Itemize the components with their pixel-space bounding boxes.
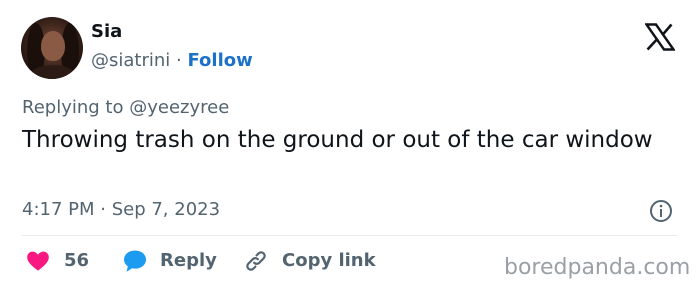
follow-button[interactable]: Follow [187, 50, 252, 71]
reply-mention-link[interactable]: @yeezyree [129, 97, 229, 118]
reply-bubble-icon [124, 250, 146, 272]
replying-prefix: Replying to [22, 97, 124, 118]
tweet-text: Throwing trash on the ground or out of t… [22, 127, 653, 153]
copy-link-label: Copy link [282, 250, 376, 271]
watermark: boredpanda.com [504, 255, 691, 280]
copy-link-button[interactable]: Copy link [244, 248, 376, 274]
tweet-timestamp[interactable]: 4:17 PM · Sep 7, 2023 [22, 198, 220, 222]
author-name[interactable]: Sia [91, 20, 122, 44]
author-handle[interactable]: @siatrini [91, 50, 170, 71]
avatar[interactable] [21, 17, 83, 79]
divider [22, 235, 678, 236]
like-button[interactable]: 56 [26, 248, 89, 274]
replying-to-line: Replying to @yeezyree [22, 96, 229, 120]
reply-label: Reply [160, 250, 217, 271]
separator-dot: · [176, 50, 182, 71]
author-handle-line: @siatrini · Follow [91, 49, 253, 73]
info-icon[interactable] [649, 199, 673, 223]
link-icon [246, 251, 266, 271]
like-count: 56 [64, 250, 90, 271]
avatar-face [41, 31, 65, 61]
x-logo-icon[interactable] [645, 23, 675, 51]
heart-icon [27, 251, 49, 271]
reply-button[interactable]: Reply [122, 248, 217, 274]
